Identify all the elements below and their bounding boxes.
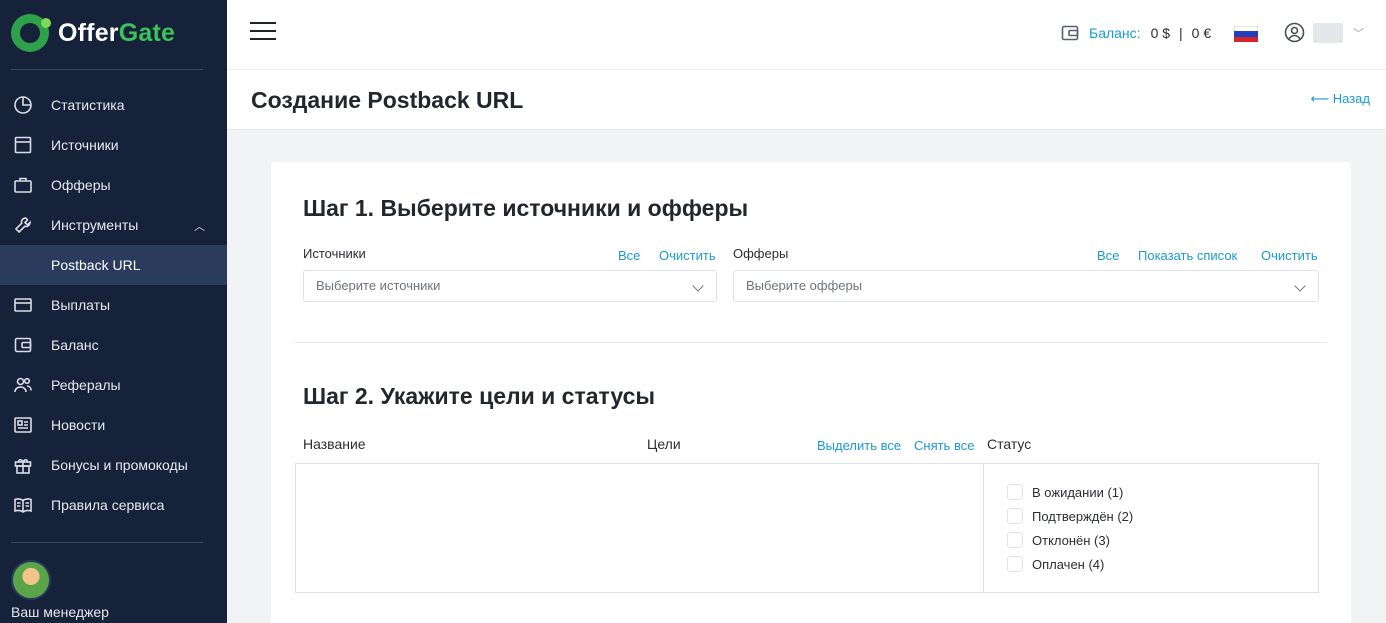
step2-title: Шаг 2. Укажите цели и статусы [303, 383, 656, 409]
offers-all-link[interactable]: Все [1097, 248, 1119, 263]
sidebar-item-label: Офферы [51, 177, 111, 193]
sidebar-item-postback-url[interactable]: Postback URL [0, 245, 227, 285]
chevron-down-icon: ﹀ [1353, 27, 1364, 40]
sidebar-item-statistics[interactable]: Статистика [0, 85, 227, 125]
column-goals: Цели [647, 436, 681, 452]
sidebar-item-label: Postback URL [51, 257, 141, 273]
menu-toggle-icon[interactable] [250, 22, 276, 44]
section-divider [295, 342, 1327, 343]
sidebar-item-tools[interactable]: Инструменты ︿ [0, 205, 227, 245]
manager[interactable]: Ваш менеджер [11, 560, 109, 620]
offers-select[interactable]: Выберите офферы [733, 270, 1319, 302]
sources-all-link[interactable]: Все [618, 248, 640, 263]
status-label: В ожидании (1) [1032, 484, 1124, 500]
offers-show-list-link[interactable]: Показать список [1138, 248, 1237, 263]
user-name [1313, 22, 1343, 43]
balance-eur: 0 € [1191, 25, 1212, 41]
deselect-all-link[interactable]: Снять все [914, 438, 974, 453]
sidebar-item-label: Баланс [51, 337, 99, 353]
sidebar-item-balance[interactable]: Баланс [0, 325, 227, 365]
status-label: Оплачен (4) [1032, 556, 1105, 572]
checkbox[interactable] [1007, 508, 1023, 524]
sidebar-divider [11, 69, 203, 70]
goals-column-divider [983, 464, 984, 592]
chevron-up-icon: ︿ [194, 221, 205, 233]
status-checkbox-paid[interactable]: Оплачен (4) [1007, 552, 1133, 576]
logo-icon [11, 14, 51, 52]
user-menu[interactable]: ﹀ [1284, 22, 1364, 43]
status-list: В ожидании (1) Подтверждён (2) Отклонён … [1007, 480, 1133, 576]
sidebar-item-label: Рефералы [51, 377, 121, 393]
sidebar-divider [11, 542, 203, 543]
sidebar-item-label: Статистика [51, 97, 125, 113]
checkbox[interactable] [1007, 532, 1023, 548]
sidebar-item-label: Бонусы и промокоды [51, 457, 188, 473]
logo-text: OfferGate [58, 18, 176, 47]
page-title: Создание Postback URL [251, 87, 524, 113]
sidebar-item-payouts[interactable]: Выплаты [0, 285, 227, 325]
sidebar-item-label: Правила сервиса [51, 497, 165, 513]
wallet-icon [12, 334, 34, 356]
column-status: Статус [987, 436, 1032, 452]
status-label: Подтверждён (2) [1032, 508, 1134, 524]
user-circle-icon [1284, 22, 1305, 43]
postback-form-card: Шаг 1. Выберите источники и офферы Источ… [271, 162, 1351, 623]
gift-icon [12, 454, 34, 476]
sidebar-item-label: Выплаты [51, 297, 111, 313]
page-header: Создание Postback URL ⟵ Назад [227, 70, 1386, 130]
sidebar-item-label: Инструменты [51, 217, 139, 233]
sidebar-item-rules[interactable]: Правила сервиса [0, 485, 227, 525]
back-link[interactable]: ⟵ Назад [1311, 91, 1371, 107]
sidebar-item-referrals[interactable]: Рефералы [0, 365, 227, 405]
sidebar-item-bonuses[interactable]: Бонусы и промокоды [0, 445, 227, 485]
offers-clear-link[interactable]: Очистить [1261, 248, 1318, 263]
logo[interactable]: OfferGate [11, 13, 175, 53]
avatar[interactable] [11, 560, 51, 600]
balance-separator: | [1179, 25, 1183, 41]
briefcase-icon [12, 174, 34, 196]
credit-card-icon [12, 294, 34, 316]
newspaper-icon [12, 414, 34, 436]
sidebar: OfferGate Статистика Источники Офферы Ин… [0, 0, 227, 623]
balance-usd: 0 $ [1150, 25, 1171, 41]
book-icon [12, 494, 34, 516]
sources-label: Источники [303, 246, 366, 261]
sidebar-item-sources[interactable]: Источники [0, 125, 227, 165]
balance-label: Баланс: [1089, 25, 1141, 41]
window-icon [12, 134, 34, 156]
status-checkbox-pending[interactable]: В ожидании (1) [1007, 480, 1133, 504]
balance[interactable]: Баланс: 0 $ | 0 € [1060, 22, 1211, 44]
goals-table: В ожидании (1) Подтверждён (2) Отклонён … [295, 463, 1319, 593]
wrench-icon [12, 214, 34, 236]
status-label: Отклонён (3) [1032, 532, 1110, 548]
manager-label: Ваш менеджер [11, 604, 109, 620]
sidebar-item-label: Источники [51, 137, 119, 153]
step1-title: Шаг 1. Выберите источники и офферы [303, 195, 749, 221]
language-flag-icon[interactable] [1234, 26, 1258, 43]
checkbox[interactable] [1007, 484, 1023, 500]
offers-label: Офферы [733, 246, 789, 261]
sidebar-item-label: Новости [51, 417, 106, 433]
sources-clear-link[interactable]: Очистить [659, 248, 716, 263]
wallet-icon [1060, 23, 1080, 43]
users-icon [12, 374, 34, 396]
chevron-down-icon [692, 280, 704, 292]
sources-placeholder: Выберите источники [316, 278, 441, 293]
column-name: Название [303, 436, 366, 452]
sidebar-item-offers[interactable]: Офферы [0, 165, 227, 205]
chevron-down-icon [1294, 280, 1306, 292]
chart-pie-icon [12, 94, 34, 116]
sidebar-nav: Статистика Источники Офферы Инструменты … [0, 85, 227, 525]
sidebar-item-news[interactable]: Новости [0, 405, 227, 445]
status-checkbox-rejected[interactable]: Отклонён (3) [1007, 528, 1133, 552]
topbar: Баланс: 0 $ | 0 € ﹀ [227, 0, 1386, 70]
sources-select[interactable]: Выберите источники [303, 270, 717, 302]
select-all-link[interactable]: Выделить все [817, 438, 901, 453]
offers-placeholder: Выберите офферы [746, 278, 863, 293]
status-checkbox-confirmed[interactable]: Подтверждён (2) [1007, 504, 1133, 528]
checkbox[interactable] [1007, 556, 1023, 572]
